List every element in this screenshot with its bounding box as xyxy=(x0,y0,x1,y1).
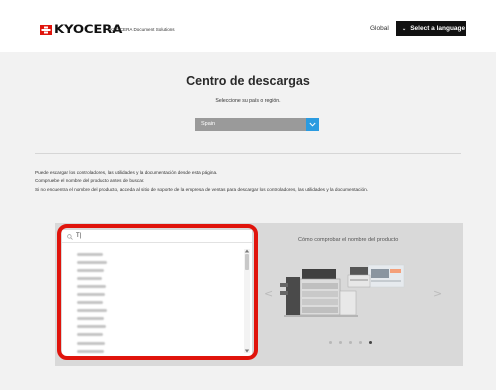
info-line: Compruebe el nombre del producto antes d… xyxy=(35,178,145,184)
divider xyxy=(35,153,461,154)
printer-illustration xyxy=(280,264,405,317)
carousel-next-button[interactable]: > xyxy=(433,287,442,300)
country-select-value: Spain xyxy=(201,121,216,127)
carousel-dot[interactable] xyxy=(339,341,342,344)
select-language-label: Select a language xyxy=(410,25,466,32)
info-text: Puede escargar los controladores, las ut… xyxy=(35,169,475,194)
carousel-prev-button[interactable]: < xyxy=(264,287,273,300)
site-header: KYOCERA KYOCERA Document Solutions Globa… xyxy=(0,0,496,52)
info-line: Si no encuentra el nombre del producto, … xyxy=(35,186,369,192)
country-select[interactable]: Spain xyxy=(195,118,319,131)
chevron-down-icon[interactable] xyxy=(306,118,319,131)
select-language-button[interactable]: ⌄ Select a language xyxy=(396,21,466,36)
kyocera-logo-icon[interactable] xyxy=(40,25,52,35)
page-subtitle: Seleccione su país o región. xyxy=(215,98,281,104)
carousel-dot-active[interactable] xyxy=(369,341,372,344)
page-title: Centro de descargas xyxy=(186,74,310,88)
carousel-dot[interactable] xyxy=(329,341,332,344)
carousel-heading: Cómo comprobar el nombre del producto xyxy=(298,237,399,243)
brand-subtitle: KYOCERA Document Solutions xyxy=(110,27,175,32)
highlight-annotation xyxy=(57,224,258,360)
global-link[interactable]: Global xyxy=(370,25,389,32)
carousel-dot[interactable] xyxy=(349,341,352,344)
carousel-pagination xyxy=(329,341,372,344)
chevron-down-icon: ⌄ xyxy=(402,25,407,32)
info-line: Puede escargar los controladores, las ut… xyxy=(35,170,218,175)
carousel-dot[interactable] xyxy=(359,341,362,344)
